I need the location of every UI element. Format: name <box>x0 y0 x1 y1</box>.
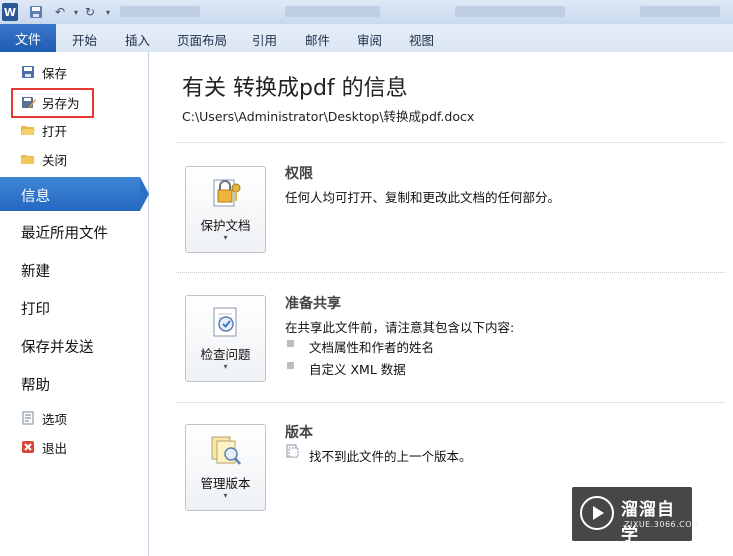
undo-icon[interactable]: ↶ <box>50 3 70 21</box>
tab-home[interactable]: 开始 <box>72 30 97 49</box>
menu-exit[interactable]: 退出 <box>20 436 67 458</box>
open-folder-icon <box>20 122 36 138</box>
menu-save[interactable]: 保存 <box>20 61 67 83</box>
versions-title: 版本 <box>285 425 313 441</box>
save-icon <box>20 64 36 80</box>
tab-review[interactable]: 审阅 <box>357 30 382 49</box>
tab-references[interactable]: 引用 <box>252 30 277 49</box>
watermark: 溜溜自学 ZIXUE.3066.COM <box>572 487 699 545</box>
sharing-item: 自定义 XML 数据 <box>309 362 406 377</box>
menu-info[interactable]: 信息 <box>0 177 140 211</box>
check-issues-label: 检查问题 <box>200 347 251 362</box>
protect-document-button[interactable]: 保护文档 ▾ <box>185 166 266 253</box>
blurred-title <box>455 6 565 17</box>
manage-versions-icon <box>208 434 244 468</box>
menu-options[interactable]: 选项 <box>20 407 67 429</box>
menu-print[interactable]: 打印 <box>21 298 50 319</box>
ribbon-tabs: 文件 开始 插入 页面布局 引用 邮件 审阅 视图 <box>0 24 733 53</box>
customize-toolbar-icon[interactable]: ▾ <box>104 3 112 21</box>
exit-icon <box>20 439 36 455</box>
menu-open[interactable]: 打开 <box>20 119 67 141</box>
quick-save-icon[interactable] <box>28 3 44 21</box>
options-icon <box>20 410 36 426</box>
divider <box>176 402 725 403</box>
tab-file[interactable]: 文件 <box>0 24 56 52</box>
menu-save-send[interactable]: 保存并发送 <box>21 336 94 357</box>
check-issues-button[interactable]: 检查问题 ▾ <box>185 295 266 382</box>
page-title: 有关 转换成pdf 的信息 <box>182 76 408 101</box>
tab-mailings[interactable]: 邮件 <box>305 30 330 49</box>
document-path: C:\Users\Administrator\Desktop\转换成pdf.do… <box>182 109 475 124</box>
permissions-title: 权限 <box>285 166 313 182</box>
blurred-title <box>120 6 200 17</box>
prepare-sharing-title: 准备共享 <box>285 296 341 312</box>
prepare-sharing-text: 在共享此文件前，请注意其包含以下内容: <box>285 320 515 335</box>
document-icon <box>285 444 299 458</box>
menu-close[interactable]: 关闭 <box>20 148 67 170</box>
menu-exit-label: 退出 <box>42 440 68 456</box>
watermark-subtitle: ZIXUE.3066.COM <box>624 520 700 529</box>
menu-recent[interactable]: 最近所用文件 <box>21 222 108 243</box>
chevron-down-icon: ▾ <box>223 491 228 500</box>
menu-info-label: 信息 <box>21 189 50 205</box>
selected-arrow <box>140 177 149 211</box>
redo-icon[interactable]: ↻ <box>82 3 98 21</box>
menu-options-label: 选项 <box>42 411 68 427</box>
backstage-menu: 保存 另存为 打开 关闭 信息 最近所用文件 新建 打印 保存并发送 帮助 选项 <box>0 52 149 556</box>
permissions-text: 任何人均可打开、复制和更改此文档的任何部分。 <box>285 190 561 205</box>
sharing-item: 文档属性和作者的姓名 <box>309 340 435 355</box>
chevron-down-icon: ▾ <box>223 233 228 242</box>
highlight-box <box>11 88 94 118</box>
play-logo-icon <box>580 496 614 530</box>
menu-save-label: 保存 <box>42 65 68 81</box>
word-logo-icon[interactable]: W <box>2 3 18 21</box>
tab-view[interactable]: 视图 <box>409 30 434 49</box>
manage-versions-label: 管理版本 <box>200 476 251 491</box>
versions-text: 找不到此文件的上一个版本。 <box>309 449 472 464</box>
protect-document-label: 保护文档 <box>200 218 251 233</box>
bullet-icon <box>287 362 294 369</box>
tab-insert[interactable]: 插入 <box>125 30 150 49</box>
blurred-title <box>285 6 380 17</box>
undo-dropdown-icon[interactable]: ▾ <box>72 3 80 21</box>
close-folder-icon <box>20 151 36 167</box>
divider <box>176 272 725 273</box>
check-issues-icon <box>208 305 244 339</box>
divider <box>176 142 725 143</box>
manage-versions-button[interactable]: 管理版本 ▾ <box>185 424 266 511</box>
blurred-title <box>640 6 720 17</box>
title-bar: W ↶ ▾ ↻ ▾ <box>0 0 733 24</box>
info-panel: 有关 转换成pdf 的信息 C:\Users\Administrator\Des… <box>149 52 733 556</box>
bullet-icon <box>287 340 294 347</box>
tab-page-layout[interactable]: 页面布局 <box>177 30 227 49</box>
menu-close-label: 关闭 <box>42 152 68 168</box>
protect-document-icon <box>208 176 244 210</box>
menu-help[interactable]: 帮助 <box>21 374 50 395</box>
menu-new[interactable]: 新建 <box>21 260 50 281</box>
menu-open-label: 打开 <box>42 123 68 139</box>
chevron-down-icon: ▾ <box>223 362 228 371</box>
